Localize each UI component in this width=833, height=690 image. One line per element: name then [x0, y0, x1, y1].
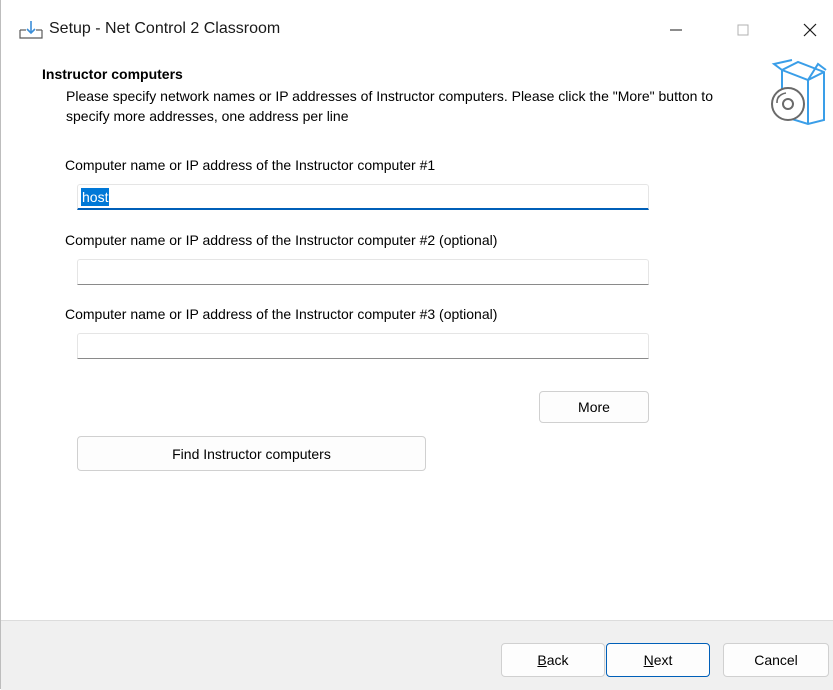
more-button-label: More	[578, 399, 610, 415]
maximize-icon	[737, 24, 749, 36]
window-title: Setup - Net Control 2 Classroom	[49, 20, 281, 37]
cancel-button[interactable]: Cancel	[723, 643, 829, 677]
instructor-3-input[interactable]	[77, 333, 649, 359]
setup-window: Setup - Net Control 2 Classroom Instruct…	[0, 0, 833, 690]
page-title: Instructor computers	[42, 66, 183, 82]
cancel-button-label: Cancel	[754, 652, 798, 668]
installer-app-icon	[19, 21, 43, 39]
instructor-1-value: host	[81, 187, 110, 206]
instructor-2-input[interactable]	[77, 259, 649, 285]
next-button[interactable]: Next	[606, 643, 710, 677]
next-button-label: Next	[643, 652, 673, 668]
more-button[interactable]: More	[539, 391, 649, 423]
instructor-1-input[interactable]: host	[77, 184, 649, 210]
minimize-button[interactable]	[653, 12, 699, 48]
close-button[interactable]	[787, 12, 833, 48]
find-instructor-computers-button[interactable]: Find Instructor computers	[77, 436, 426, 471]
software-box-icon	[771, 59, 827, 126]
maximize-button[interactable]	[720, 12, 766, 48]
page-description: Please specify network names or IP addre…	[66, 88, 713, 124]
instructor-3-label: Computer name or IP address of the Instr…	[65, 306, 498, 322]
instructor-1-label: Computer name or IP address of the Instr…	[65, 157, 436, 173]
back-button-label: Back	[537, 652, 569, 668]
title-bar: Setup - Net Control 2 Classroom	[1, 0, 833, 60]
back-button[interactable]: Back	[501, 643, 605, 677]
footer-bar: Back Next Cancel	[1, 620, 833, 690]
close-icon	[803, 23, 817, 37]
minimize-icon	[670, 29, 682, 31]
instructor-2-label: Computer name or IP address of the Instr…	[65, 232, 498, 248]
find-button-label: Find Instructor computers	[172, 445, 331, 462]
